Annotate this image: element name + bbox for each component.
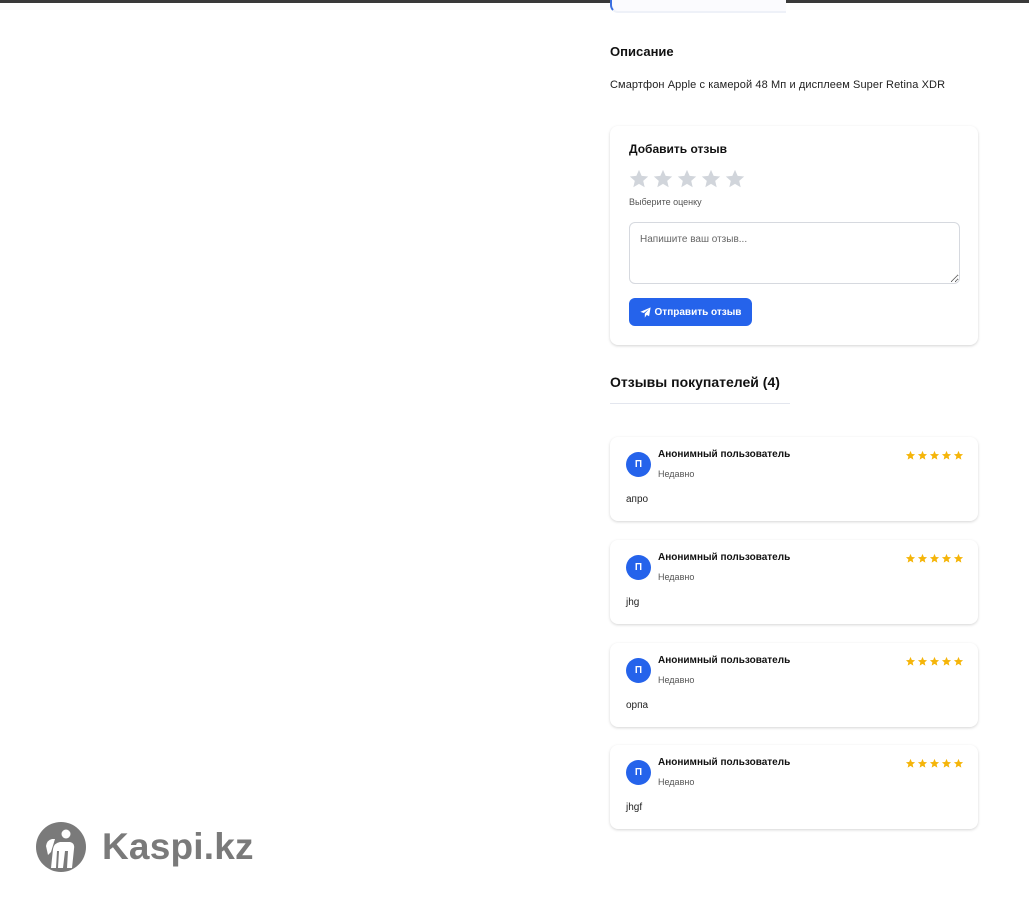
star-icon	[929, 758, 940, 769]
star-icon	[929, 553, 940, 564]
star-icon	[917, 758, 928, 769]
star-icon	[905, 553, 916, 564]
star-icon	[941, 656, 952, 667]
previous-section-card-edge	[610, 0, 786, 13]
rating-star-3-icon[interactable]	[676, 168, 698, 190]
review-card: П Анонимный пользователь Недавно jhgf	[610, 745, 978, 829]
review-card: П Анонимный пользователь Недавно jhg	[610, 540, 978, 624]
rating-star-1-icon[interactable]	[628, 168, 650, 190]
kaspi-wordmark: Kaspi.kz	[102, 826, 254, 867]
star-icon	[941, 758, 952, 769]
review-rating-stars	[905, 553, 964, 564]
star-icon	[929, 656, 940, 667]
review-text: орпа	[626, 700, 649, 711]
review-rating-stars	[905, 450, 964, 461]
reviews-title-divider	[610, 403, 790, 404]
review-textarea[interactable]	[629, 222, 960, 284]
star-icon	[917, 450, 928, 461]
review-author: Анонимный пользователь	[658, 449, 791, 460]
rating-stars-input	[628, 168, 746, 190]
star-icon	[953, 656, 964, 667]
review-text: апро	[626, 494, 649, 505]
review-rating-stars	[905, 656, 964, 667]
review-rating-stars	[905, 758, 964, 769]
star-icon	[905, 450, 916, 461]
star-icon	[929, 450, 940, 461]
review-date: Недавно	[658, 777, 695, 787]
submit-review-label: Отправить отзыв	[654, 306, 742, 318]
review-date: Недавно	[658, 675, 695, 685]
kaspi-logo-icon	[36, 822, 86, 872]
rating-hint: Выберите оценку	[629, 197, 702, 207]
star-icon	[953, 450, 964, 461]
rating-star-4-icon[interactable]	[700, 168, 722, 190]
star-icon	[941, 450, 952, 461]
avatar: П	[626, 658, 651, 683]
add-review-form: Добавить отзыв Выберите оценку Отправить…	[610, 126, 978, 345]
star-icon	[917, 656, 928, 667]
review-author: Анонимный пользователь	[658, 552, 791, 563]
review-card: П Анонимный пользователь Недавно орпа	[610, 643, 978, 727]
review-date: Недавно	[658, 469, 695, 479]
review-date: Недавно	[658, 572, 695, 582]
submit-review-button[interactable]: Отправить отзыв	[629, 298, 752, 326]
review-card: П Анонимный пользователь Недавно апро	[610, 437, 978, 521]
description-text: Смартфон Apple с камерой 48 Мп и дисплее…	[610, 79, 946, 91]
rating-star-5-icon[interactable]	[724, 168, 746, 190]
reviews-title: Отзывы покупателей (4)	[610, 374, 780, 390]
star-icon	[917, 553, 928, 564]
window-top-border	[0, 0, 1029, 3]
rating-star-2-icon[interactable]	[652, 168, 674, 190]
add-review-title: Добавить отзыв	[629, 142, 727, 156]
description-title: Описание	[610, 44, 674, 59]
review-author: Анонимный пользователь	[658, 655, 791, 666]
review-text: jhgf	[626, 802, 643, 813]
star-icon	[953, 553, 964, 564]
star-icon	[941, 553, 952, 564]
star-icon	[905, 656, 916, 667]
review-author: Анонимный пользователь	[658, 757, 791, 768]
review-text: jhg	[626, 597, 640, 608]
kaspi-watermark: Kaspi.kz	[36, 822, 254, 872]
avatar: П	[626, 760, 651, 785]
paper-plane-icon	[639, 306, 651, 318]
star-icon	[905, 758, 916, 769]
avatar: П	[626, 452, 651, 477]
star-icon	[953, 758, 964, 769]
avatar: П	[626, 555, 651, 580]
